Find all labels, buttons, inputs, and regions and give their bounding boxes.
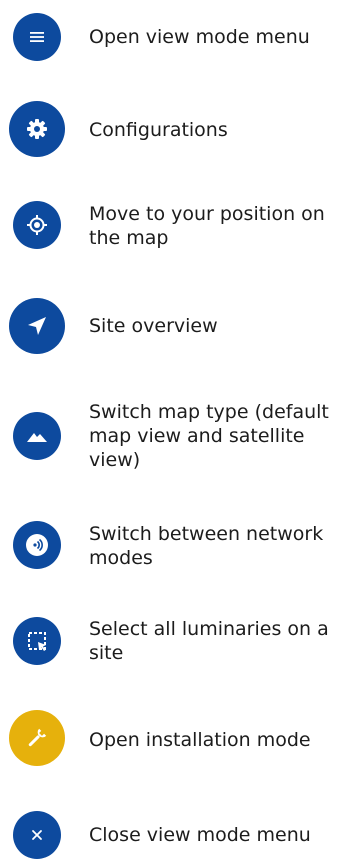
network-modes-button[interactable]: [13, 521, 61, 569]
close-icon: [31, 829, 43, 841]
configurations-button[interactable]: [9, 101, 65, 157]
map-type-button[interactable]: [13, 412, 61, 460]
mountain-icon: [26, 428, 48, 444]
legend-label: Move to your position on the map: [89, 203, 325, 249]
installation-mode-button[interactable]: [9, 710, 65, 766]
legend-label: Open installation mode: [89, 729, 311, 751]
wrench-icon: [24, 725, 50, 751]
menu-button[interactable]: [13, 13, 61, 61]
select-all-button[interactable]: [13, 617, 61, 665]
site-overview-button[interactable]: [9, 298, 65, 354]
signal-wave-icon: [24, 532, 50, 558]
gear-icon: [25, 117, 49, 141]
legend-label: Site overview: [89, 315, 218, 337]
target-icon: [26, 214, 48, 236]
my-position-button[interactable]: [13, 201, 61, 249]
legend-label: Switch map type (default map view and sa…: [89, 401, 329, 471]
legend-label: Configurations: [89, 119, 228, 141]
select-all-icon: [25, 629, 49, 653]
legend-label: Close view mode menu: [89, 824, 311, 846]
close-menu-button[interactable]: [13, 811, 61, 859]
legend-label: Open view mode menu: [89, 26, 310, 48]
legend-label: Select all luminaries on a site: [89, 618, 329, 664]
legend-label: Switch between network modes: [89, 523, 324, 569]
navigation-arrow-icon: [25, 314, 49, 338]
menu-icon: [29, 30, 45, 44]
